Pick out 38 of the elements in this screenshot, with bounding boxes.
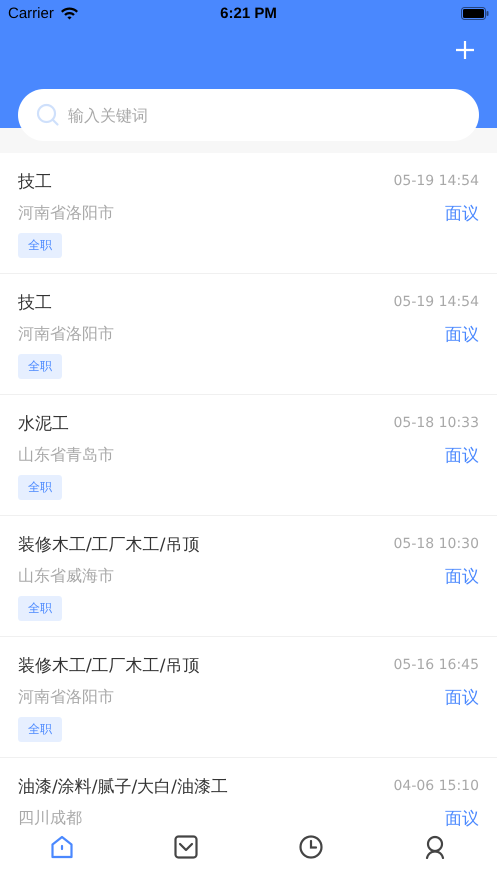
- search-field[interactable]: 输入关键词: [18, 89, 479, 141]
- salary-text: 面议: [445, 808, 479, 828]
- home-tab-icon[interactable]: [50, 835, 74, 859]
- post-time: 05-19 14:54: [394, 294, 479, 310]
- message-tab-icon[interactable]: [174, 835, 198, 859]
- salary-text: 面议: [445, 202, 479, 224]
- post-time: 05-18 10:33: [394, 415, 479, 431]
- job-title[interactable]: 技工: [18, 290, 52, 314]
- job-location: 河南省洛阳市: [18, 202, 114, 224]
- salary-text: 面议: [445, 444, 479, 466]
- job-location: 山东省青岛市: [18, 444, 114, 466]
- add-icon[interactable]: [455, 40, 475, 60]
- job-location: 四川成都: [18, 808, 82, 828]
- job-location: 山东省威海市: [18, 566, 114, 586]
- job-type-tag: 全职: [18, 596, 62, 620]
- post-time: 05-18 10:30: [394, 536, 479, 552]
- job-location: 河南省洛阳市: [18, 686, 114, 708]
- battery-icon: [461, 6, 489, 20]
- job-title[interactable]: 装修木工/工厂木工/吊顶: [18, 532, 200, 556]
- status-time: 6:21 PM: [220, 4, 277, 22]
- salary-text: 面议: [445, 686, 479, 708]
- post-time: 05-19 14:54: [394, 173, 479, 189]
- salary-text: 面议: [445, 324, 479, 346]
- post-time: 04-06 15:10: [394, 778, 479, 794]
- salary-text: 面议: [445, 566, 479, 588]
- wifi-icon: [60, 6, 79, 20]
- clock-tab-icon[interactable]: [298, 835, 323, 859]
- post-time: 05-16 16:45: [394, 657, 479, 673]
- job-type-tag: 全职: [18, 354, 62, 378]
- job-location: 河南省洛阳市: [18, 324, 114, 344]
- carrier-name: Carrier: [8, 4, 54, 22]
- job-type-tag: 全职: [18, 474, 62, 500]
- job-title[interactable]: 装修木工/工厂木工/吊顶: [18, 654, 200, 676]
- job-type-tag: 全职: [18, 232, 62, 258]
- job-type-tag: 全职: [18, 716, 62, 742]
- job-title[interactable]: 技工: [18, 170, 52, 192]
- job-title[interactable]: 水泥工: [18, 412, 69, 434]
- job-title[interactable]: 油漆/涂料/腻子/大白/油漆工: [18, 774, 228, 798]
